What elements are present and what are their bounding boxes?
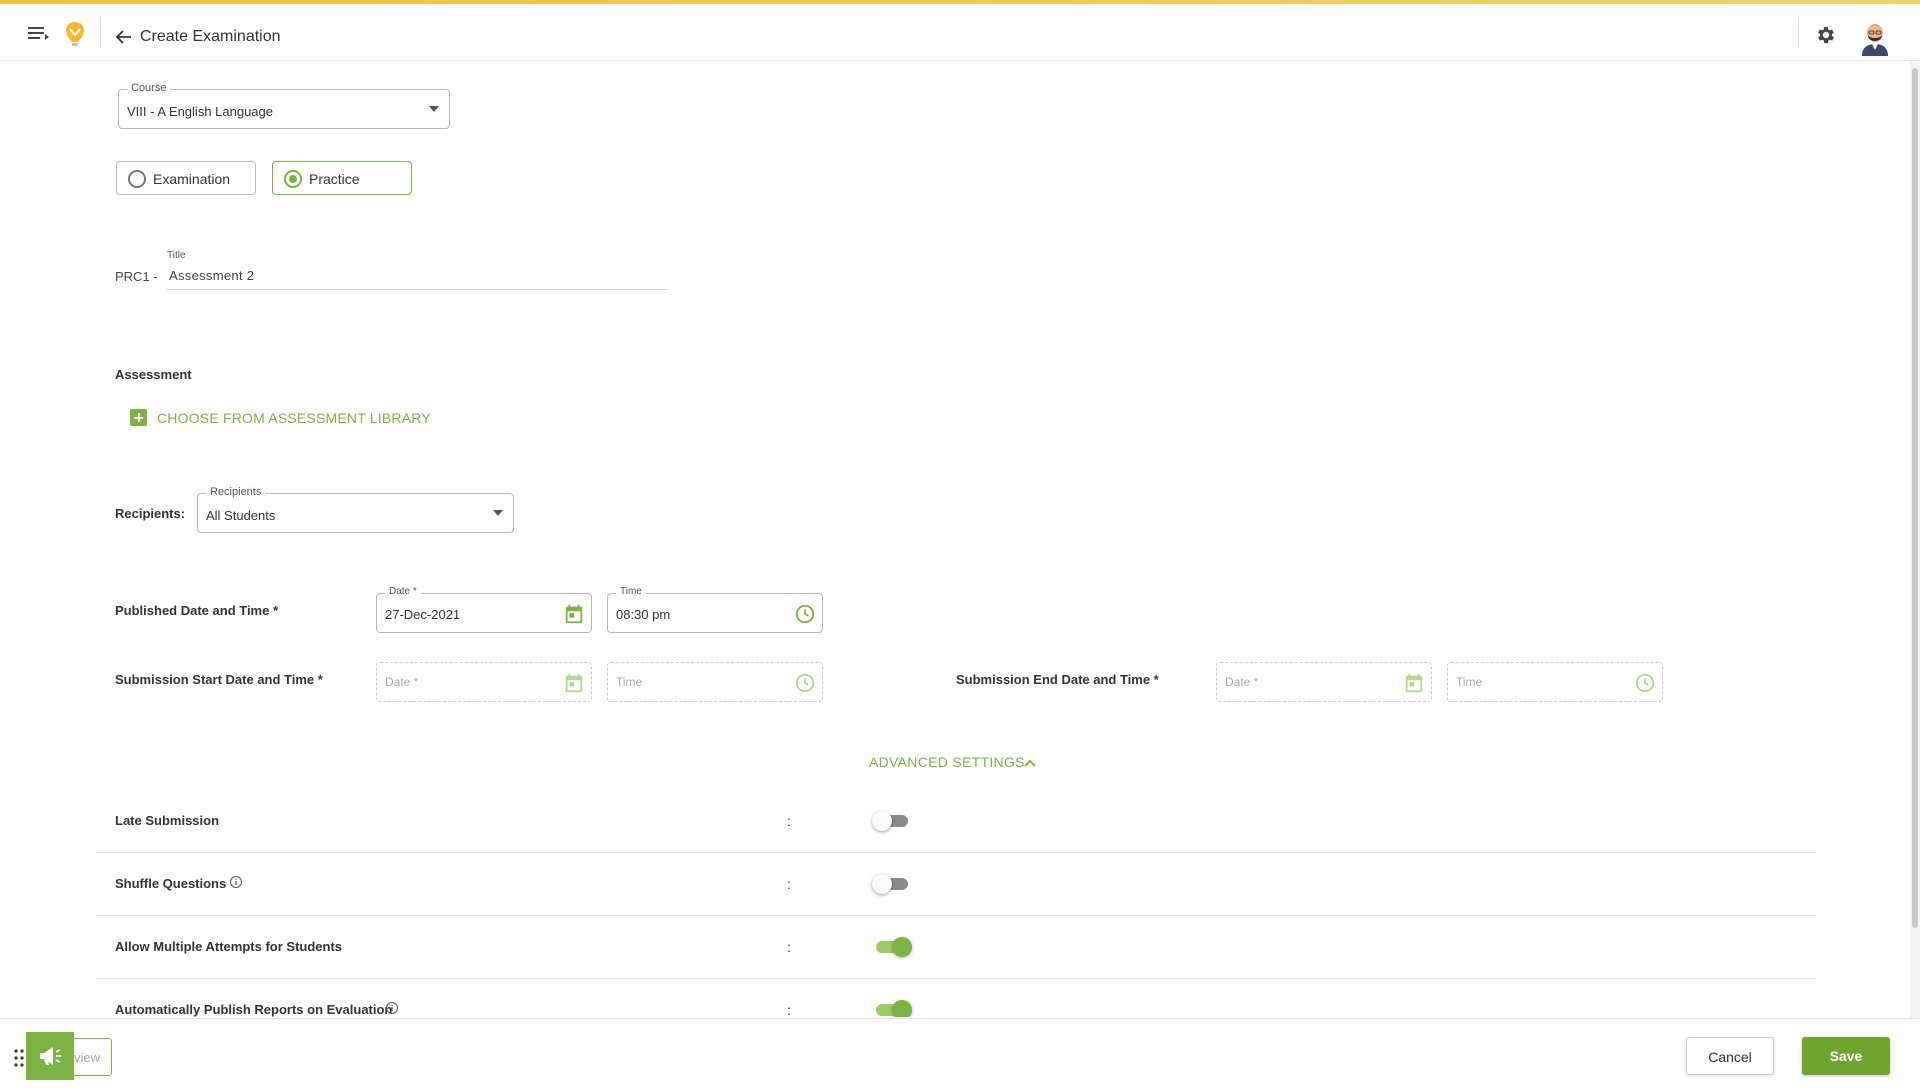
auto-publish-reports-toggle[interactable]	[872, 999, 912, 1017]
save-label: Save	[1829, 1048, 1863, 1064]
published-date-label: Date *	[385, 586, 421, 597]
radio-selected-icon	[284, 170, 302, 188]
course-label: Course	[127, 82, 171, 94]
preview-label: view	[74, 1050, 101, 1065]
calendar-icon[interactable]	[563, 603, 585, 625]
title-input[interactable]: Title Assessment 2	[167, 250, 667, 290]
mode-option-label: Examination	[153, 171, 231, 187]
chevron-up-icon	[1023, 756, 1037, 770]
published-date-value: 27-Dec-2021	[385, 607, 461, 622]
setting-colon: :	[787, 939, 791, 955]
setting-colon: :	[787, 876, 791, 892]
create-exam-form: Course VIII - A English Language Examina…	[0, 62, 1905, 1017]
setting-label: Automatically Publish Reports on Evaluat…	[115, 1002, 393, 1017]
submission-end-time-input[interactable]: Time	[1447, 662, 1663, 702]
setting-colon: :	[787, 1002, 791, 1017]
megaphone-icon	[37, 1044, 63, 1071]
title-prefix: PRC1 -	[115, 269, 158, 284]
save-button[interactable]: Save	[1802, 1037, 1890, 1075]
radio-unselected-icon	[128, 170, 146, 188]
submission-end-heading: Submission End Date and Time *	[956, 672, 1159, 687]
title-label: Title	[167, 250, 186, 261]
header-divider	[100, 18, 101, 48]
announcement-button[interactable]	[26, 1032, 74, 1080]
info-icon[interactable]	[229, 875, 243, 889]
submission-start-time-placeholder: Time	[616, 675, 643, 689]
page-title: Create Examination	[140, 28, 281, 45]
submission-start-heading: Submission Start Date and Time *	[115, 672, 323, 687]
cancel-label: Cancel	[1708, 1049, 1752, 1065]
clock-icon[interactable]	[1634, 672, 1656, 694]
setting-row-shuffle-questions: Shuffle Questions :	[96, 853, 1816, 916]
published-date-input[interactable]: Date * 27-Dec-2021	[376, 586, 592, 633]
caret-down-icon	[493, 510, 503, 516]
user-avatar[interactable]	[1858, 18, 1892, 56]
setting-label: Allow Multiple Attempts for Students	[115, 939, 343, 954]
published-time-value: 08:30 pm	[616, 607, 671, 622]
recipients-label: Recipients	[206, 486, 266, 498]
setting-label: Late Submission	[115, 813, 220, 828]
recipients-value: All Students	[206, 508, 276, 523]
setting-row-multiple-attempts: Allow Multiple Attempts for Students :	[96, 916, 1816, 979]
recipients-select[interactable]: Recipients All Students	[197, 486, 514, 533]
advanced-settings-toggle[interactable]: ADVANCED SETTINGS	[869, 754, 1036, 774]
assessment-heading: Assessment	[115, 367, 192, 382]
advanced-settings-label: ADVANCED SETTINGS	[869, 754, 1025, 770]
course-value: VIII - A English Language	[127, 104, 273, 119]
multiple-attempts-toggle[interactable]	[872, 936, 912, 958]
caret-down-icon	[429, 106, 439, 112]
setting-row-auto-publish-reports: Automatically Publish Reports on Evaluat…	[96, 979, 1816, 1017]
cancel-button[interactable]: Cancel	[1686, 1037, 1774, 1075]
course-select[interactable]: Course VIII - A English Language	[118, 82, 450, 129]
choose-assessment-library-label: CHOOSE FROM ASSESSMENT LIBRARY	[157, 410, 431, 426]
published-heading: Published Date and Time *	[115, 603, 279, 618]
submission-end-date-input[interactable]: Date *	[1216, 662, 1432, 702]
app-header: Create Examination	[0, 4, 1920, 61]
mode-option-practice[interactable]: Practice	[272, 161, 412, 195]
drag-handle-icon[interactable]	[14, 1049, 24, 1067]
setting-label: Shuffle Questions	[115, 876, 227, 891]
menu-icon[interactable]	[28, 26, 50, 42]
clock-icon[interactable]	[794, 672, 816, 694]
plus-icon	[130, 409, 147, 426]
setting-colon: :	[787, 813, 791, 829]
submission-start-date-input[interactable]: Date *	[376, 662, 592, 702]
info-icon[interactable]	[385, 1001, 399, 1015]
published-time-label: Time	[616, 586, 646, 597]
clock-icon[interactable]	[794, 603, 816, 625]
submission-end-date-placeholder: Date *	[1225, 675, 1259, 689]
submission-start-date-placeholder: Date *	[385, 675, 419, 689]
submission-start-time-input[interactable]: Time	[607, 662, 823, 702]
header-divider-right	[1798, 18, 1799, 48]
late-submission-toggle[interactable]	[872, 810, 912, 832]
scrollbar-thumb[interactable]	[1912, 68, 1918, 928]
calendar-icon[interactable]	[1403, 672, 1425, 694]
title-value: Assessment 2	[169, 268, 255, 283]
shuffle-questions-toggle[interactable]	[872, 873, 912, 895]
submission-end-time-placeholder: Time	[1456, 675, 1483, 689]
mode-option-label: Practice	[309, 171, 360, 187]
app-logo-icon	[64, 20, 86, 50]
recipients-heading: Recipients:	[115, 506, 186, 521]
calendar-icon[interactable]	[563, 672, 585, 694]
setting-row-late-submission: Late Submission :	[96, 790, 1816, 853]
gear-icon[interactable]	[1815, 24, 1837, 46]
back-arrow-icon[interactable]	[115, 30, 132, 44]
preview-button[interactable]: view	[68, 1038, 112, 1076]
footer-action-bar: view Cancel Save	[0, 1018, 1920, 1091]
published-time-input[interactable]: Time 08:30 pm	[607, 586, 823, 633]
mode-option-examination[interactable]: Examination	[116, 161, 256, 195]
